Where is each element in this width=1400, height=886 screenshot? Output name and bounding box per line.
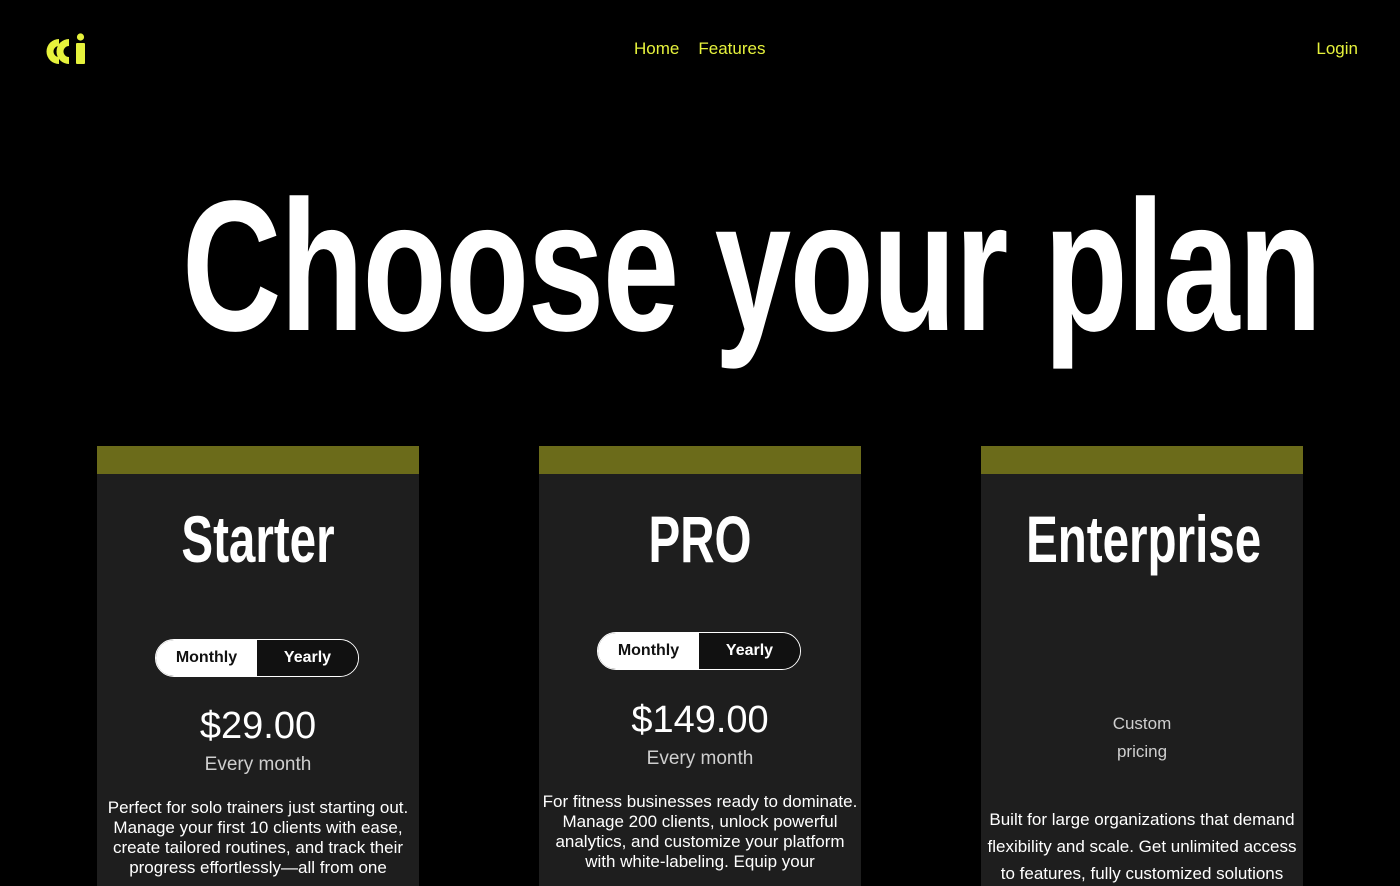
custom-pricing-line1: Custom (1112, 714, 1172, 733)
toggle-monthly[interactable]: Monthly (156, 640, 257, 676)
plan-period: Every month (646, 748, 754, 769)
toggle-monthly[interactable]: Monthly (598, 633, 699, 669)
billing-toggle: Monthly Yearly (155, 639, 359, 677)
brand-logo-icon[interactable] (45, 33, 87, 67)
card-band (539, 446, 861, 474)
toggle-yearly[interactable]: Yearly (699, 633, 800, 669)
plan-card-starter: Starter Monthly Yearly $29.00 Every mont… (97, 446, 419, 886)
nav-link-home[interactable]: Home (634, 38, 679, 60)
plan-description: For fitness businesses ready to dominate… (542, 792, 858, 871)
plan-title: Enterprise (1026, 502, 1262, 576)
nav-link-features[interactable]: Features (698, 38, 765, 60)
nav-links: Home Features (634, 38, 765, 60)
plan-title: Starter (181, 502, 335, 576)
billing-toggle: Monthly Yearly (597, 632, 801, 670)
plan-description: Built for large organizations that deman… (987, 810, 1297, 883)
card-band (981, 446, 1303, 474)
toggle-yearly[interactable]: Yearly (257, 640, 358, 676)
plan-price: $149.00 (631, 699, 769, 741)
login-link[interactable]: Login (1316, 38, 1358, 60)
custom-pricing-line2: pricing (1116, 742, 1168, 761)
plan-card-enterprise: Enterprise Custom pricing Built for larg… (981, 446, 1303, 886)
page-title: Choose your plan (182, 163, 1322, 370)
top-nav: Home Features Login (0, 0, 1400, 100)
plan-card-pro: PRO Monthly Yearly $149.00 Every month F… (539, 446, 861, 886)
plan-description: Perfect for solo trainers just starting … (107, 798, 409, 877)
card-band (97, 446, 419, 474)
plan-price: $29.00 (199, 705, 317, 747)
plan-period: Every month (204, 754, 312, 775)
plan-title: PRO (648, 502, 752, 576)
